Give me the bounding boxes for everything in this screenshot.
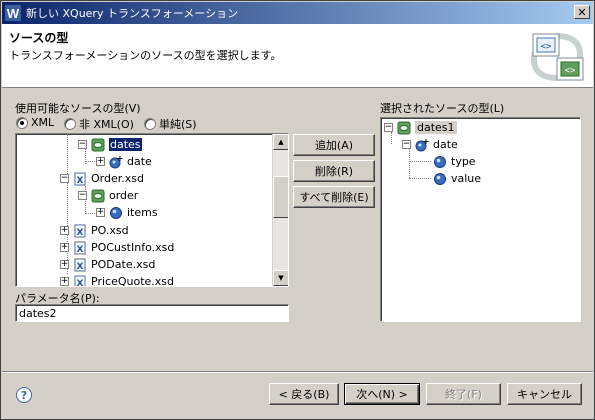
available-types-tree[interactable]: − dates + + date − X Order.xsd − order +… [15,133,289,287]
xsd-file-icon: X [74,172,86,186]
svg-text:X: X [77,176,84,186]
svg-text:+: + [117,155,123,163]
tree-item-label: PO.xsd [91,224,129,237]
collapse-toggle-icon[interactable]: − [78,191,87,200]
tree-item-pocustinfo-xsd[interactable]: + X POCustInfo.xsd [60,239,174,256]
cancel-button[interactable]: キャンセル [507,383,582,405]
xsd-file-icon: X [74,224,86,238]
tree-scrollbar[interactable]: ▲ ▼ [272,134,288,286]
window-title: 新しい XQuery トランスフォーメーション [26,7,239,20]
transformation-graphic-icon: <> <> [531,33,584,81]
element-plus-icon: + [415,138,429,151]
svg-text:+: + [423,138,429,146]
tree-item-label: dates1 [415,121,457,134]
selected-item-value[interactable]: value [433,170,481,187]
tree-item-label: Order.xsd [91,172,144,185]
tree-item-label: type [451,155,476,168]
svg-text:X: X [77,228,84,238]
tree-item-dates[interactable]: − dates [78,136,142,153]
element-icon [434,172,446,185]
scroll-up-icon[interactable]: ▲ [273,134,288,150]
expand-toggle-icon[interactable]: + [60,277,69,286]
back-button[interactable]: < 戻る(B) [269,383,339,405]
expand-toggle-icon[interactable]: + [96,208,105,217]
radio-non-xml[interactable]: 非 XML(O) [64,116,134,132]
remove-button[interactable]: 削除(R) [293,160,375,182]
xsd-file-icon: X [74,275,86,288]
tree-item-pricequote-xsd[interactable]: + X PriceQuote.xsd [60,273,174,288]
expand-toggle-icon[interactable]: + [60,260,69,269]
radio-non-xml-circle [64,118,76,130]
scroll-thumb[interactable] [273,176,288,218]
svg-text:W: W [7,6,20,21]
add-button[interactable]: 追加(A) [293,134,375,156]
selected-types-tree[interactable]: − dates1 − + date type value [380,117,581,322]
help-icon[interactable]: ? [16,387,32,403]
tree-item-label: date [127,155,152,168]
page-description: トランスフォーメーションのソースの型を選択します。 [9,49,282,62]
xsd-file-icon: X [74,258,86,272]
radio-simple-label: 単純(S) [159,118,197,131]
app-icon: W [5,5,21,21]
page-title: ソースの型 [9,31,69,45]
svg-text:X: X [77,245,84,255]
tree-item-po-xsd[interactable]: + X PO.xsd [60,222,129,239]
selected-item-type[interactable]: type [433,153,476,170]
tree-item-label: PriceQuote.xsd [91,275,174,287]
tree-item-date[interactable]: + + date [96,153,152,170]
svg-text:<>: <> [541,42,552,52]
element-plus-icon: + [109,155,123,168]
scroll-down-icon[interactable]: ▼ [273,270,288,286]
wizard-header: ソースの型 トランスフォーメーションのソースの型を選択します。 <> <> [2,24,593,88]
tree-item-label: dates [109,138,142,151]
element-icon [110,206,122,219]
radio-xml[interactable]: XML [16,116,54,129]
radio-simple-circle [144,118,156,130]
expand-toggle-icon[interactable]: + [96,157,105,166]
svg-text:X: X [77,262,84,272]
tree-item-label: POCustInfo.xsd [91,241,175,254]
xsd-file-icon: X [74,241,86,255]
collapse-toggle-icon[interactable]: − [402,140,411,149]
radio-xml-circle [16,116,28,129]
svg-text:X: X [77,279,84,288]
tree-item-label: order [109,189,139,202]
next-button[interactable]: 次へ(N) > [344,383,420,405]
tree-item-items[interactable]: + items [96,204,158,221]
tree-item-label: date [433,138,458,151]
tree-item-label: PODate.xsd [91,258,156,271]
element-group-icon [397,121,411,134]
selected-item-date[interactable]: − + date [402,136,458,153]
radio-non-xml-label: 非 XML(O) [79,118,134,131]
tree-item-label: value [451,172,482,185]
expand-toggle-icon[interactable]: + [60,243,69,252]
collapse-toggle-icon[interactable]: − [60,174,69,183]
param-name-input[interactable]: dates2 [15,304,289,322]
tree-item-podate-xsd[interactable]: + X PODate.xsd [60,256,155,273]
svg-text:<>: <> [565,66,576,76]
element-group-icon [91,138,105,151]
collapse-toggle-icon[interactable]: − [384,123,393,132]
tree-item-order[interactable]: − order [78,187,138,204]
radio-xml-label: XML [31,116,55,129]
close-button[interactable]: ✕ [574,5,590,19]
finish-button[interactable]: 終了(F) [426,383,501,405]
footer-separator [2,371,593,373]
element-group-icon [91,189,105,202]
expand-toggle-icon[interactable]: + [60,226,69,235]
tree-item-order-xsd[interactable]: − X Order.xsd [60,170,144,187]
title-bar: W 新しい XQuery トランスフォーメーション ✕ [2,2,593,24]
element-icon [434,155,446,168]
radio-simple[interactable]: 単純(S) [144,116,197,132]
remove-all-button[interactable]: すべて削除(E) [293,186,375,208]
tree-item-label: items [127,206,158,219]
available-types-label: 使用可能なソースの型(V) [15,102,141,115]
wizard-dialog: W 新しい XQuery トランスフォーメーション ✕ ソースの型 トランスフォ… [0,0,595,420]
selected-types-label: 選択されたソースの型(L) [380,102,505,115]
collapse-toggle-icon[interactable]: − [78,140,87,149]
selected-item-dates1[interactable]: − dates1 [384,119,457,136]
